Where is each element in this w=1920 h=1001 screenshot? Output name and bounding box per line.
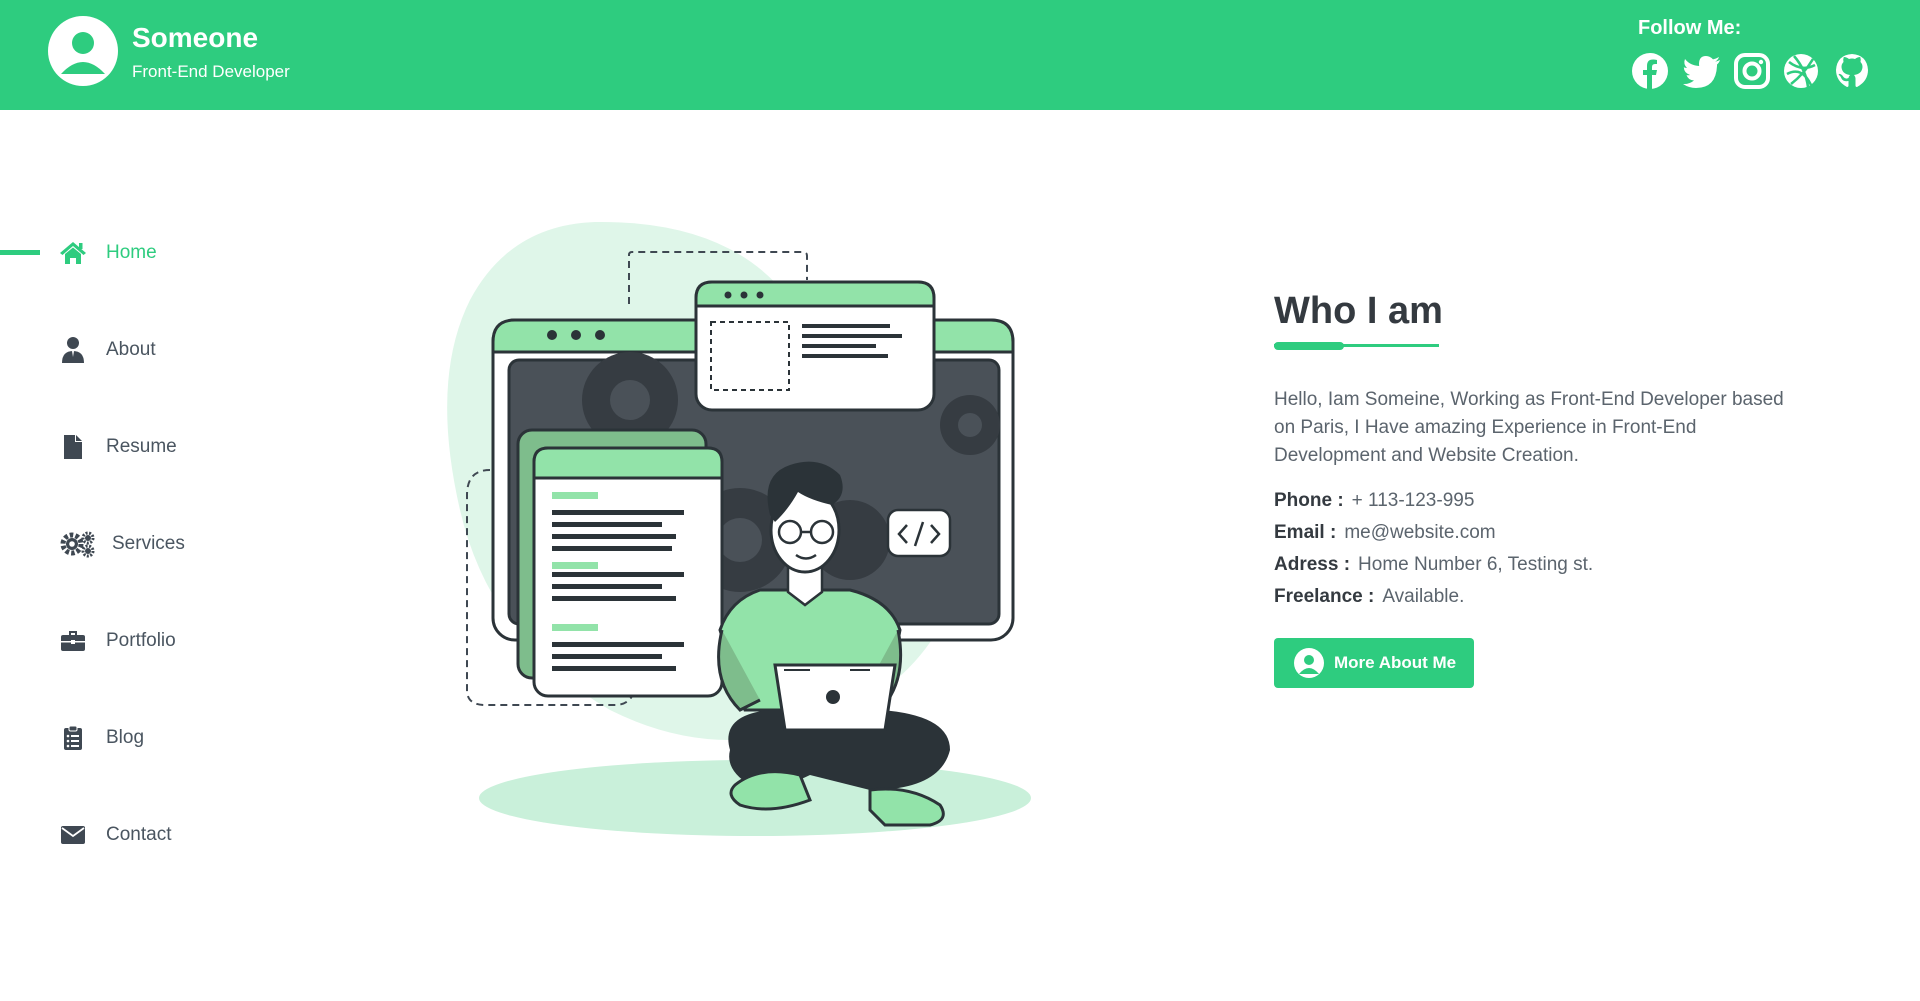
info-key: Email : (1274, 522, 1337, 543)
follow-label: Follow Me: (1638, 17, 1742, 39)
active-nav-indicator (0, 250, 40, 255)
about-description: Hello, Iam Someine, Working as Front-End… (1274, 389, 1784, 466)
title-underline-accent (1274, 342, 1344, 350)
profile-name: Someone (132, 22, 259, 53)
developer-illustration (430, 210, 1080, 850)
profile-role: Front-End Developer (132, 62, 290, 81)
info-value: Home Number 6, Testing st. (1358, 554, 1594, 575)
more-about-me-label: More About Me (1334, 653, 1457, 672)
file-icon (58, 432, 88, 462)
clipboard-list-icon (58, 723, 88, 753)
sidebar-item-resume[interactable]: Resume (58, 430, 177, 464)
briefcase-icon (58, 626, 88, 656)
sidebar-item-blog[interactable]: Blog (58, 721, 144, 755)
sidebar-item-label: Blog (106, 727, 145, 748)
sidebar-item-portfolio[interactable]: Portfolio (58, 624, 176, 658)
sidebar-item-about[interactable]: About (58, 333, 156, 367)
user-circle-icon (1294, 648, 1324, 678)
profile-avatar-icon (48, 16, 118, 86)
info-row-address: Adress : Home Number 6, Testing st. (1274, 554, 1593, 576)
info-row-email: Email : me@website.com (1274, 522, 1496, 544)
info-key: Adress : (1274, 554, 1351, 575)
info-value: Available. (1382, 586, 1465, 607)
dribbble-icon[interactable] (1782, 52, 1820, 90)
twitter-icon[interactable] (1682, 52, 1720, 90)
info-key: Freelance : (1274, 586, 1375, 607)
about-title: Who I am (1274, 290, 1443, 332)
info-key: Phone : (1274, 490, 1344, 511)
instagram-icon[interactable] (1733, 52, 1771, 90)
envelope-icon (58, 820, 88, 850)
github-icon[interactable] (1833, 52, 1871, 90)
sidebar-item-label: Contact (106, 824, 172, 845)
sidebar-item-label: Home (106, 242, 157, 263)
top-header: Someone Front-End Developer Follow Me: (0, 0, 1920, 110)
facebook-icon[interactable] (1631, 52, 1669, 90)
sidebar-item-label: Services (112, 533, 185, 554)
info-value: me@website.com (1344, 522, 1496, 543)
home-icon (58, 238, 88, 268)
sidebar-item-label: Resume (106, 436, 177, 457)
gears-icon (58, 529, 98, 559)
sidebar-item-label: About (106, 339, 156, 360)
sidebar-item-home[interactable]: Home (58, 236, 157, 270)
user-icon (58, 335, 88, 365)
sidebar-item-contact[interactable]: Contact (58, 818, 171, 852)
sidebar-item-label: Portfolio (106, 630, 176, 651)
info-value: + 113-123-995 (1351, 490, 1475, 511)
sidebar-item-services[interactable]: Services (58, 527, 185, 561)
more-about-me-button[interactable]: More About Me (1274, 638, 1474, 688)
info-row-phone: Phone : + 113-123-995 (1274, 490, 1474, 512)
info-row-freelance: Freelance : Available. (1274, 586, 1464, 608)
